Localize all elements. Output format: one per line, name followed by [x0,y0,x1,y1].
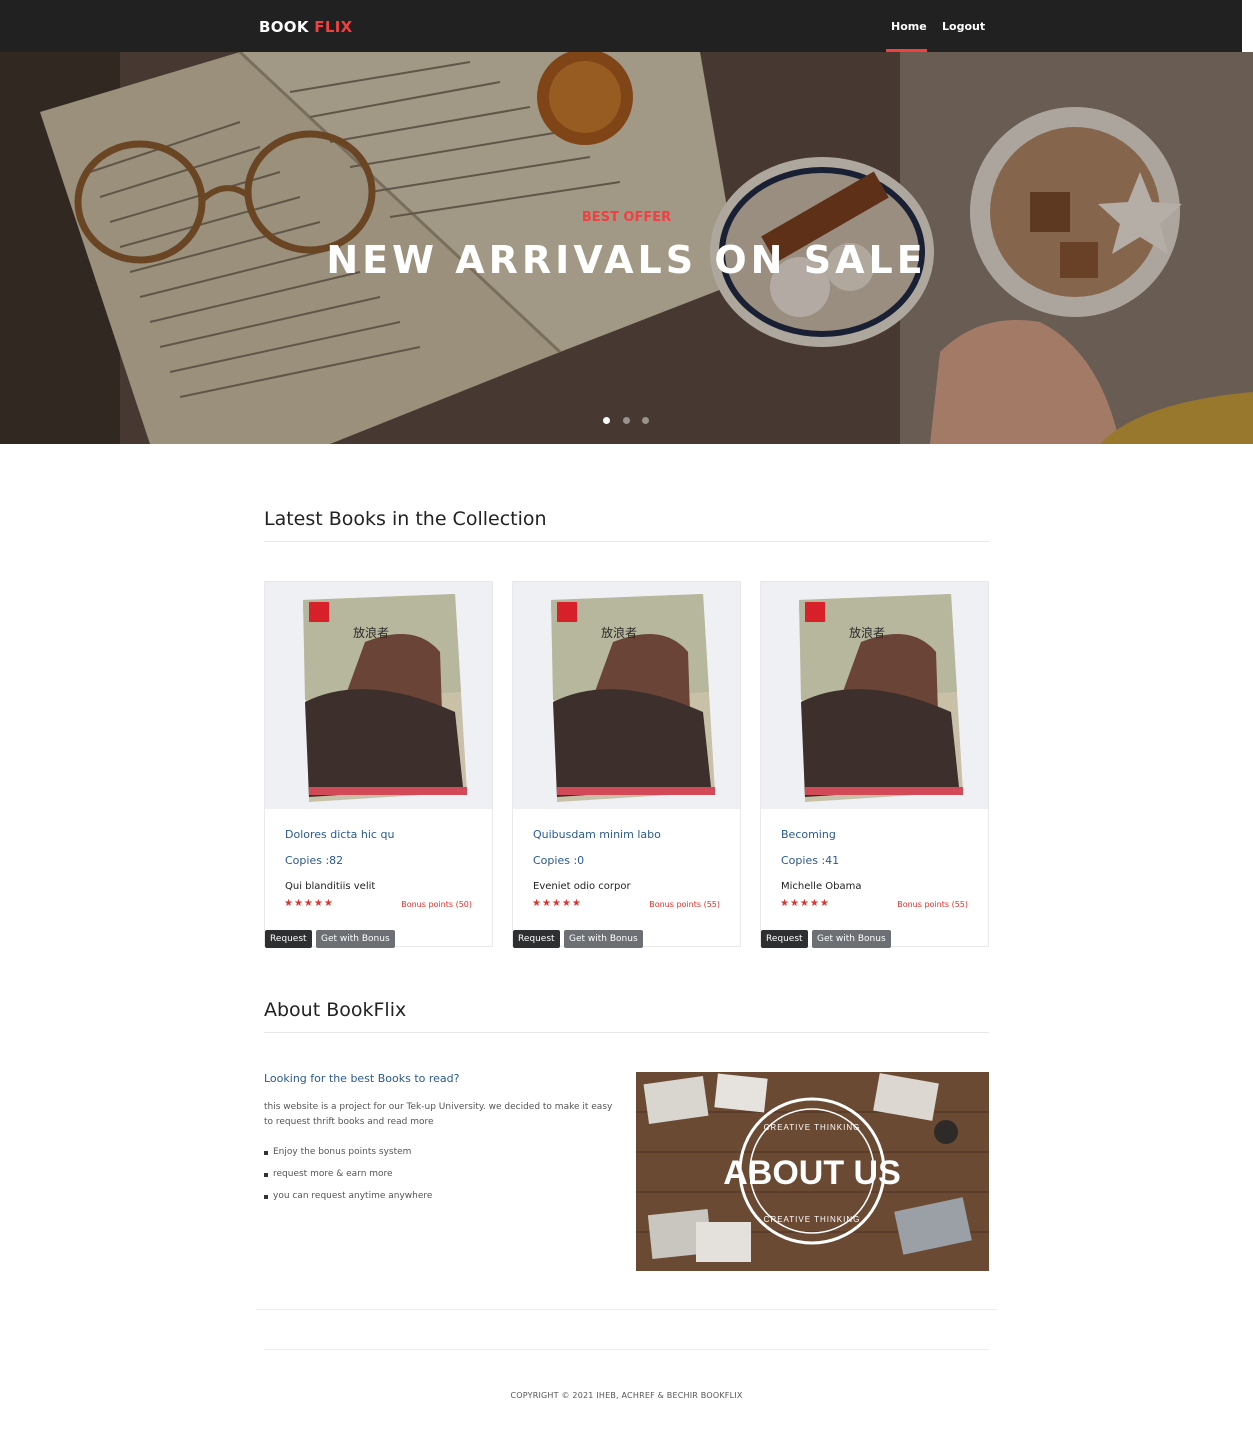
book-title[interactable]: Quibusdam minim labo [533,828,661,841]
get-with-bonus-button[interactable]: Get with Bonus [812,930,891,948]
book-card: 放浪者 Quibusdam minim labo Copies :0 Eveni… [512,581,741,948]
bonus-points: Bonus points (50) [401,900,472,909]
footer-copyright: COPYRIGHT © 2021 IHEB, ACHREF & BECHIR B… [510,1391,743,1400]
brand-logo[interactable]: BOOK FLIX [259,18,352,36]
book-copies: Copies :0 [533,854,585,867]
list-item: you can request anytime anywhere [264,1191,432,1213]
about-description: this website is a project for our Tek-up… [264,1102,613,1127]
carousel-dot-1[interactable] [603,417,610,424]
carousel-dot-3[interactable] [642,417,649,424]
request-button[interactable]: Request [513,930,560,948]
bonus-points: Bonus points (55) [897,900,968,909]
book-cover-image[interactable]: 放浪者 [513,582,740,809]
brand-main: BOOK [259,18,309,36]
about-us-image: ABOUT US CREATIVE THINKING CREATIVE THIN… [636,1072,989,1271]
list-item: Enjoy the bonus points system [264,1147,432,1169]
about-divider [264,1032,989,1033]
hero-title: NEW ARRIVALS ON SALE [326,238,927,282]
about-image-title: ABOUT US [723,1154,901,1192]
list-item: request more & earn more [264,1169,432,1191]
book-card: 放浪者 Becoming Copies :41 Michelle Obama ★… [760,581,989,948]
book-author: Michelle Obama [781,881,862,892]
star-rating-icon: ★★★★★ [532,898,582,909]
star-rating-icon: ★★★★★ [284,898,334,909]
request-button[interactable]: Request [761,930,808,948]
book-card: 放浪者 Dolores dicta hic qu Copies :82 Qui … [264,581,493,948]
about-image-ring-text-bottom: CREATIVE THINKING [764,1215,861,1224]
brand-accent: FLIX [314,18,353,36]
nav-logout-link[interactable]: Logout [942,20,985,33]
book-copies: Copies :82 [285,854,344,867]
carousel-dot-2[interactable] [623,417,630,424]
nav-home-link[interactable]: Home [891,20,927,33]
star-rating-icon: ★★★★★ [780,898,830,909]
footer-divider-bottom [264,1349,989,1350]
get-with-bonus-button[interactable]: Get with Bonus [564,930,643,948]
about-image-ring-text-top: CREATIVE THINKING [764,1123,861,1132]
about-heading: About BookFlix [264,999,407,1021]
request-button[interactable]: Request [265,930,312,948]
hero-kicker: BEST OFFER [581,210,672,225]
hero-carousel: BEST OFFER NEW ARRIVALS ON SALE [0,52,1253,444]
cover-title-text: 放浪者 [353,625,389,640]
about-feature-list: Enjoy the bonus points system request mo… [264,1147,432,1213]
about-subheading: Looking for the best Books to read? [264,1072,460,1085]
cover-title-text: 放浪者 [849,625,885,640]
book-title[interactable]: Becoming [781,828,836,841]
book-copies: Copies :41 [781,854,840,867]
bonus-points: Bonus points (55) [649,900,720,909]
cover-title-text: 放浪者 [601,625,637,640]
navbar-edge [1242,0,1253,52]
book-author: Eveniet odio corpor [533,881,631,892]
get-with-bonus-button[interactable]: Get with Bonus [316,930,395,948]
book-author: Qui blanditiis velit [285,881,376,892]
latest-books-divider [264,541,989,542]
navbar: BOOK FLIX Home Logout [0,0,1242,52]
book-title[interactable]: Dolores dicta hic qu [285,828,394,841]
latest-books-heading: Latest Books in the Collection [264,508,547,530]
book-cover-image[interactable]: 放浪者 [761,582,988,809]
footer-divider-top [256,1309,997,1310]
book-cover-image[interactable]: 放浪者 [265,582,492,809]
